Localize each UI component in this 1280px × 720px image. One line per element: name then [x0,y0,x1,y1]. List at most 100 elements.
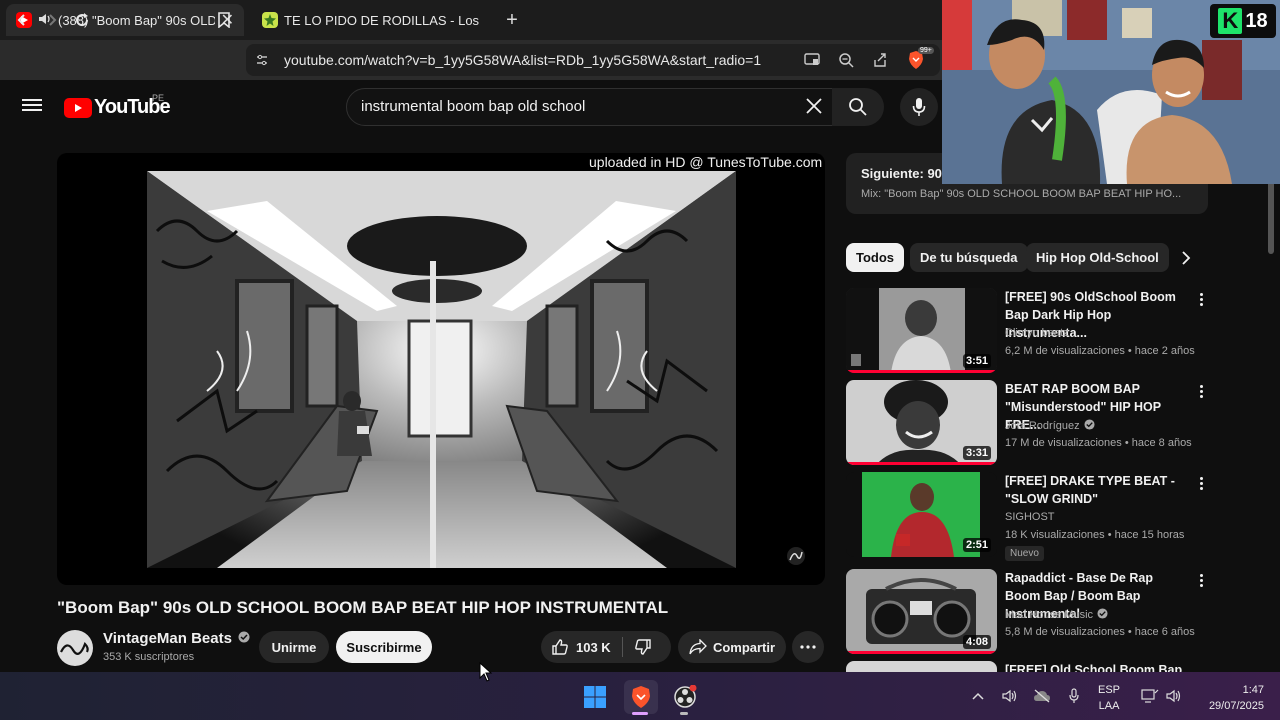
video-title[interactable]: [FREE] DRAKE TYPE BEAT - "SLOW GRIND" [1005,472,1190,508]
shields-count-badge: 99+ [918,47,934,54]
video-channel[interactable]: SIGHOST [1005,511,1055,523]
share-page-icon[interactable] [870,50,890,70]
video-duration: 4:08 [962,635,991,649]
reload-icon[interactable] [70,8,94,32]
video-thumbnail[interactable] [846,661,997,672]
video-duration: 3:31 [962,446,991,460]
language-indicator[interactable]: ESP LAA [1098,682,1120,714]
video-channel[interactable]: Jota Rodríguez [1005,420,1080,432]
tab-song[interactable]: TE LO PIDO DE RODILLAS - Los Iracundos [252,4,492,36]
language-code: ESP [1098,684,1121,696]
share-button[interactable]: Compartir [678,631,786,663]
verified-icon [238,630,250,647]
mix-next-title[interactable]: Siguiente: 90s [861,166,949,181]
network-icon[interactable] [1140,686,1160,706]
kick-logo-number: 18 [1245,9,1268,32]
kick-logo-badge: K 18 [1210,4,1276,38]
search-icon [849,98,867,116]
video-title[interactable]: [FREE] Old School Boom Bap x [1005,661,1190,672]
more-vertical-icon[interactable] [1194,571,1208,589]
back-icon[interactable] [10,8,34,32]
video-meta: 17 M de visualizaciones • hace 8 años [1005,437,1192,449]
country-code: PE [152,93,165,103]
onedrive-icon[interactable] [1032,686,1052,706]
video-title: "Boom Bap" 90s OLD SCHOOL BOOM BAP BEAT … [57,598,669,617]
chip-todos[interactable]: Todos [846,243,905,272]
video-duration: 2:51 [962,538,991,552]
channel-watermark-icon[interactable] [786,546,806,566]
video-meta: 6,2 M de visualizaciones • hace 2 años [1005,345,1195,357]
video-thumbnail[interactable]: 4:08 [846,569,997,654]
forward-icon[interactable] [40,8,64,32]
video-thumbnail[interactable]: 3:51 [846,288,997,373]
brave-browser-taskbar-icon[interactable] [624,680,658,714]
voice-search-button[interactable] [900,88,938,126]
channel-name-row[interactable]: VintageMan Beats [103,630,250,647]
like-count[interactable]: 103 K [576,640,611,655]
menu-icon[interactable] [22,96,42,116]
new-tab-button[interactable]: + [500,8,524,32]
chevron-up-icon[interactable] [968,686,988,706]
star-favicon-icon [262,12,278,28]
speaker-tray-icon[interactable] [1000,686,1020,706]
cast-icon[interactable] [802,50,822,70]
verified-icon [1084,419,1095,433]
chip-hip-hop-old-school[interactable]: Hip Hop Old-School [1026,243,1169,272]
subscriber-count: 353 K suscriptores [103,651,195,663]
more-vertical-icon[interactable] [1194,474,1208,492]
clock-date: 29/07/2025 [1208,700,1264,712]
video-thumbnail[interactable]: 3:31 [846,380,997,465]
mouse-cursor-icon [479,661,493,687]
like-divider [622,637,623,657]
subscribe-button[interactable]: Suscribirme [336,631,432,663]
verified-icon [1097,608,1108,622]
more-actions-button[interactable] [792,631,824,663]
video-meta: 5,8 M de visualizaciones • hace 6 años [1005,626,1195,638]
microphone-tray-icon[interactable] [1064,686,1084,706]
keyboard-layout: LAA [1098,700,1120,712]
search-button[interactable] [832,88,884,126]
url-text[interactable]: youtube.com/watch?v=b_1yy5G58WA&list=RDb… [284,52,761,68]
video-channel[interactable]: Clintyn beatz [1005,327,1069,339]
share-icon [689,639,707,655]
like-icon[interactable] [551,638,569,656]
video-channel-row[interactable]: Jota Rodríguez [1005,419,1095,433]
channel-name[interactable]: VintageMan Beats [103,630,232,647]
video-channel[interactable]: Mad House Music [1005,609,1093,621]
join-button[interactable]: Unirme [259,631,329,663]
obs-taskbar-icon[interactable] [668,680,702,714]
share-label: Compartir [712,639,776,655]
video-overlay-text: uploaded in HD @ TunesToTube.com [589,154,823,170]
bookmark-icon[interactable] [212,8,236,32]
windows-start-icon[interactable] [578,680,612,714]
active-app-indicator [632,712,648,715]
video-thumbnail[interactable]: 2:51 [846,472,997,557]
channel-avatar[interactable] [57,630,93,666]
more-vertical-icon[interactable] [1194,382,1208,400]
video-channel-row[interactable]: Mad House Music [1005,608,1108,622]
video-duration: 3:51 [962,354,991,368]
new-badge: Nuevo [1005,546,1044,561]
watch-progress-bar [846,651,997,654]
watch-progress-bar [846,370,997,373]
clear-search-icon[interactable] [802,94,826,118]
dislike-icon[interactable] [634,638,652,661]
video-frame-subway-image[interactable] [147,171,736,568]
kick-logo-letter: K [1218,8,1243,34]
zoom-icon[interactable] [836,50,856,70]
chevron-right-icon[interactable] [1176,248,1196,268]
volume-icon[interactable] [1164,686,1184,706]
running-app-indicator [680,712,688,715]
more-vertical-icon[interactable] [1194,290,1208,308]
mix-subtitle: Mix: "Boom Bap" 90s OLD SCHOOL BOOM BAP … [861,188,1182,200]
video-meta: 18 K visualizaciones • hace 15 horas [1005,529,1185,541]
tab-title: TE LO PIDO DE RODILLAS - Los Iracundos [284,12,482,28]
clock-time: 1:47 [1242,684,1264,696]
chip-de-tu-busqueda[interactable]: De tu búsqueda [910,243,1028,272]
system-clock[interactable]: 1:47 29/07/2025 [1198,682,1264,714]
site-settings-icon[interactable] [252,50,272,70]
microphone-icon [912,98,926,116]
search-input[interactable]: instrumental boom bap old school [361,98,585,115]
youtube-play-icon [64,97,92,118]
watch-progress-bar [846,462,997,465]
